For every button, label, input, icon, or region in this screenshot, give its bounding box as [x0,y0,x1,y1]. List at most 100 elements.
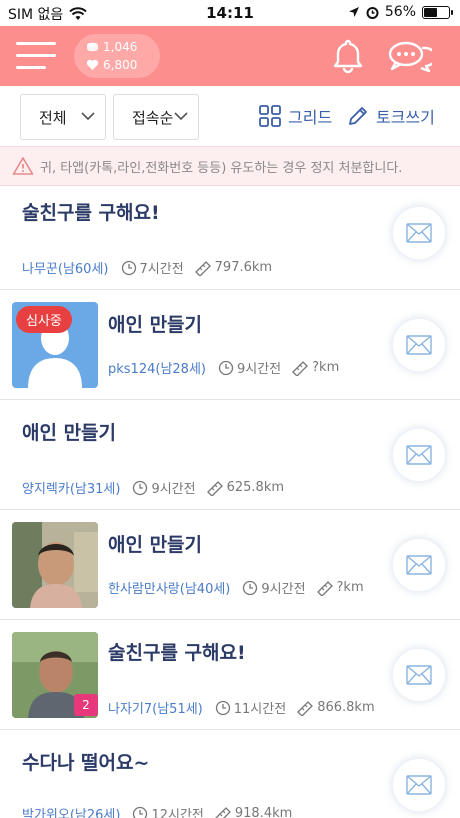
profile-photo[interactable]: 2 [12,632,98,718]
envelope-icon [406,223,432,243]
post-meta: pks124(남28세) 9시간전 ?km [108,358,349,377]
send-message-button[interactable] [392,318,446,372]
menu-line [16,54,56,57]
post-time-text: 9시간전 [236,362,282,377]
coin-count: 1,046 [103,40,138,54]
write-talk-label: 토크쓰기 [376,108,435,127]
post-title: 술친구를 구해요! [22,202,160,224]
ruler-icon [292,360,309,376]
post-time-text: 9시간전 [261,582,306,597]
post-meta: 나자기7(남51세) 11시간전 866.8km [108,698,385,717]
clock-icon [121,260,136,275]
warning-notice: 귀, 타앱(카톡,라인,전화번호 등등) 유도하는 경우 정지 처분합니다. [0,146,460,186]
status-right: 56% [348,4,453,20]
post-time: 7시간전 [121,258,184,277]
post-nickname[interactable]: 나자기7(남51세) [108,698,203,717]
post-distance: 918.4km [214,806,292,818]
ruler-icon [206,480,223,496]
post-distance-text: 625.8km [226,480,285,495]
post-distance: 625.8km [206,480,284,496]
battery-percent: 56% [384,4,416,20]
post-nickname[interactable]: 양지렉카(남31세) [22,478,120,497]
post-distance-text: 918.4km [234,806,293,818]
post-title: 애인 만들기 [108,534,203,556]
post-title: 애인 만들기 [108,314,203,336]
battery-icon [422,5,453,19]
coin-icon [87,42,98,51]
post-meta: 양지렉카(남31세) 9시간전 625.8km [22,478,294,497]
ruler-icon [316,580,333,596]
post-nickname[interactable]: 박가위오(남26세) [22,804,120,818]
review-badge: 심사중 [16,306,72,333]
profile-photo[interactable] [12,522,98,608]
sort-select-value: 접속순 [132,108,174,127]
heart-row: 6,800 [86,56,160,74]
filter-bar: 전체 접속순 그리드 토크쓰기 [0,86,460,146]
sort-select[interactable]: 접속순 [113,94,199,140]
post-distance: 797.6km [194,260,272,276]
bell-icon[interactable] [328,36,368,76]
write-talk-button[interactable]: 토크쓰기 [346,104,435,128]
grid-view-button[interactable]: 그리드 [258,104,332,128]
send-message-button[interactable] [392,428,446,482]
grid-view-label: 그리드 [288,108,333,127]
post-nickname[interactable]: 한사람만사랑(남40세) [108,578,230,597]
send-message-button[interactable] [392,758,446,812]
post-time-text: 7시간전 [139,262,184,277]
location-arrow-icon [348,7,359,17]
scope-select[interactable]: 전체 [20,94,106,140]
heart-icon [86,59,99,70]
envelope-icon [406,665,432,685]
clock-icon [215,700,230,715]
list-item[interactable]: 애인 만들기 한사람만사랑(남40세) 9시간전 ?km [0,510,460,620]
heart-count: 6,800 [103,58,138,72]
post-title: 술친구를 구해요! [108,642,246,664]
send-message-button[interactable] [392,538,446,592]
post-distance-text: ?km [312,360,340,375]
menu-line [16,42,56,45]
post-time-text: 9시간전 [151,482,196,497]
chevron-down-icon [174,112,188,121]
post-distance-text: 797.6km [214,260,273,275]
portrait-photo [12,522,98,608]
list-item[interactable]: 애인 만들기 양지렉카(남31세) 9시간전 625.8km [0,400,460,510]
menu-button[interactable] [16,40,58,72]
clock-icon [218,360,234,375]
menu-line [16,66,46,69]
photo-count-badge: 2 [74,694,98,716]
status-bar: SIM 없음 14:11 56% [0,0,460,26]
scope-select-value: 전체 [39,108,67,127]
post-title: 수다나 떨어요~ [22,752,150,774]
app-header: 1,046 6,800 [0,26,460,86]
envelope-icon [406,445,432,465]
post-time: 9시간전 [132,478,196,497]
post-distance-text: ?km [336,580,364,595]
post-nickname[interactable]: 나무꾼(남60세) [22,258,109,277]
post-distance: ?km [316,580,364,596]
post-meta: 나무꾼(남60세) 7시간전 797.6km [22,258,282,277]
warning-icon [12,157,34,175]
list-item[interactable]: 심사중 애인 만들기 pks124(남28세) 9시간전 ?km [0,290,460,400]
post-title: 애인 만들기 [22,422,117,444]
post-time-text: 11시간전 [233,702,287,717]
post-time: 9시간전 [242,578,306,597]
send-message-button[interactable] [392,206,446,260]
profile-thumbnail[interactable]: 심사중 [12,302,98,388]
post-distance: ?km [291,360,339,376]
coin-row: 1,046 [86,38,160,56]
list-item[interactable]: 술친구를 구해요! 나무꾼(남60세) 7시간전 797.6km [0,186,460,290]
send-message-button[interactable] [392,648,446,702]
post-distance-text: 866.8km [317,700,375,715]
chat-bubbles-icon[interactable] [386,36,432,76]
ruler-icon [194,260,211,276]
post-nickname[interactable]: pks124(남28세) [108,358,206,377]
post-time: 9시간전 [218,358,281,377]
points-pill[interactable]: 1,046 6,800 [74,34,160,78]
clock-icon [133,480,148,495]
list-item[interactable]: 수다나 떨어요~ 박가위오(남26세) 12시간전 918.4km [0,730,460,818]
list-item[interactable]: 2 술친구를 구해요! 나자기7(남51세) 11시간전 866.8km [0,620,460,730]
envelope-icon [406,555,432,575]
post-meta: 한사람만사랑(남40세) 9시간전 ?km [108,578,374,597]
post-list: 술친구를 구해요! 나무꾼(남60세) 7시간전 797.6km 심사중 애인 … [0,186,460,818]
post-meta: 박가위오(남26세) 12시간전 918.4km [22,804,302,818]
